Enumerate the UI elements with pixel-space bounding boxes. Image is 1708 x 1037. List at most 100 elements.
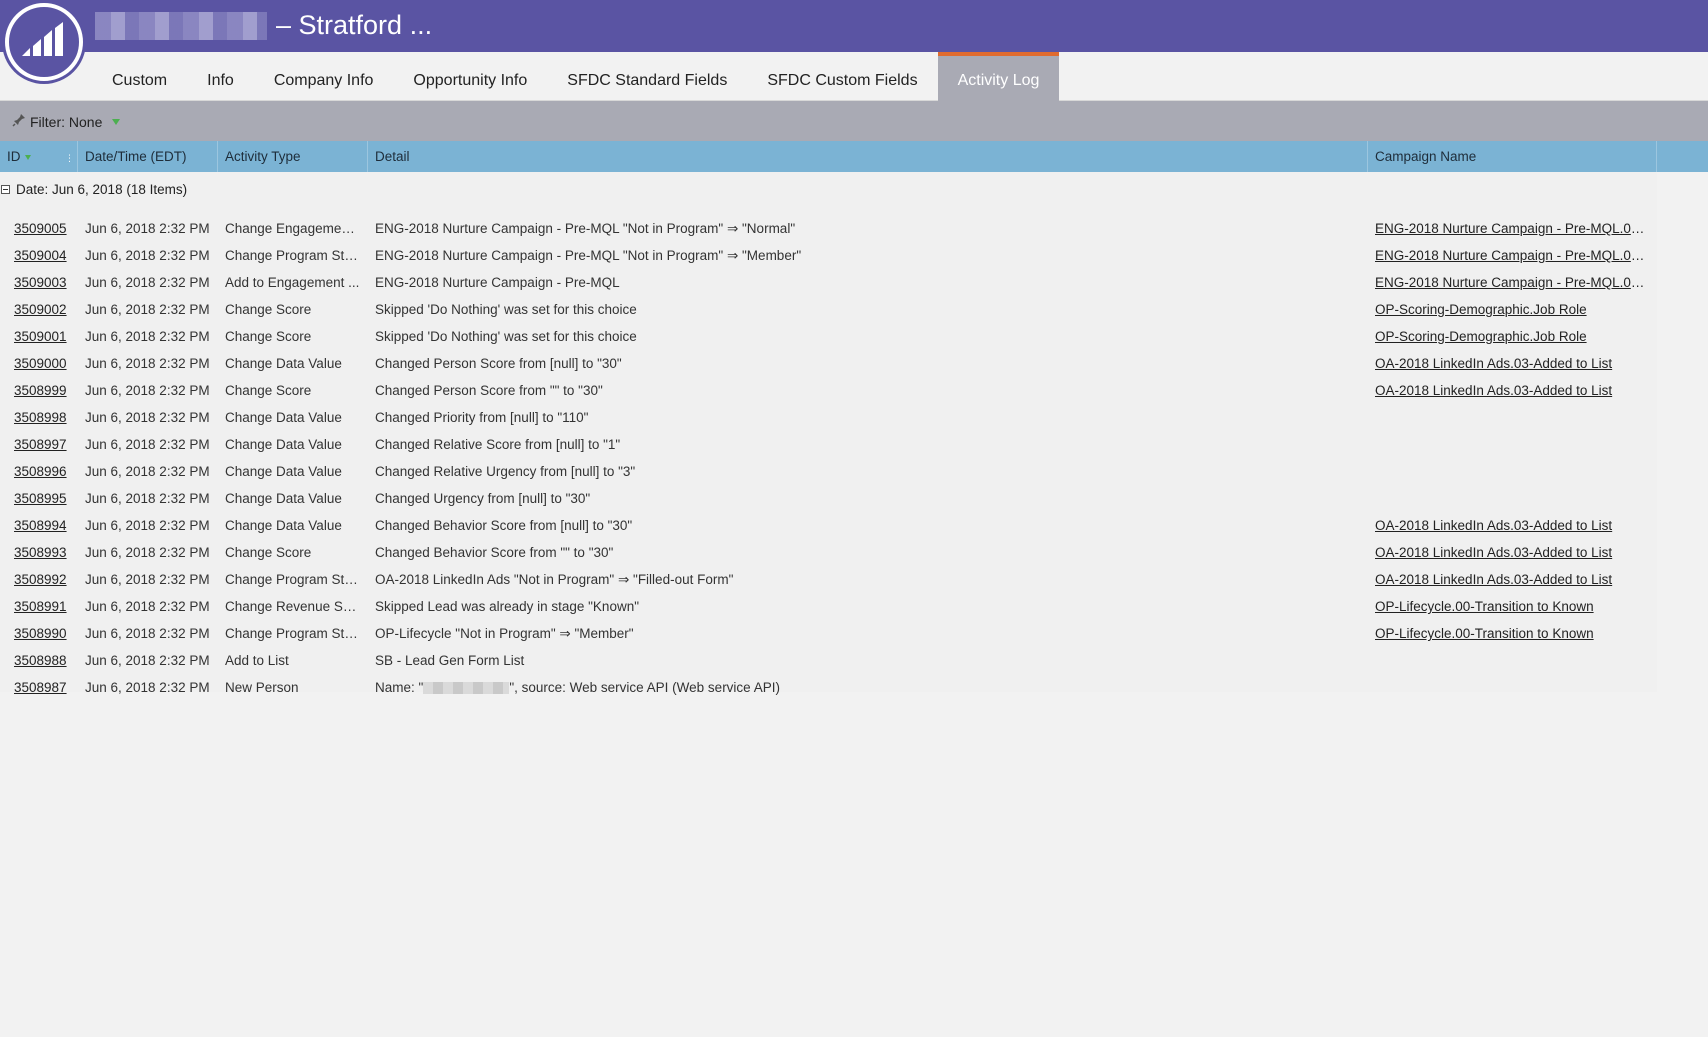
- tab-activity-log[interactable]: Activity Log: [937, 52, 1060, 101]
- activity-detail: Skipped 'Do Nothing' was set for this ch…: [375, 329, 637, 344]
- table-row[interactable]: 3509003 Jun 6, 2018 2:32 PM Add to Engagem…: [0, 269, 1657, 296]
- tab-company-info[interactable]: Company Info: [254, 52, 394, 101]
- activity-id-link[interactable]: 3509003: [14, 269, 74, 296]
- activity-type: Change Data Value: [225, 356, 342, 371]
- activity-type: Change Revenue Sta...: [225, 599, 360, 614]
- campaign-name-link[interactable]: OP-Lifecycle.00-Transition to Known: [1375, 593, 1650, 620]
- redacted-name: [423, 682, 510, 695]
- column-header-id[interactable]: ID ⋮: [0, 141, 78, 172]
- column-header-detail[interactable]: Detail: [368, 141, 1368, 172]
- filter-dropdown[interactable]: Filter: None: [12, 113, 121, 130]
- detail-prefix: Name: ": [375, 680, 424, 695]
- tab-info[interactable]: Info: [187, 52, 254, 101]
- filter-bar: Filter: None: [0, 101, 1708, 141]
- campaign-name-link[interactable]: OP-Scoring-Demographic.Job Role: [1375, 296, 1650, 323]
- sort-desc-icon: [24, 154, 31, 160]
- activity-id-link[interactable]: 3508998: [14, 404, 74, 431]
- activity-detail: Name: " ", source: Web service API (Web s…: [375, 674, 1355, 701]
- activity-detail: Changed Behavior Score from "" to "30": [375, 545, 614, 560]
- campaign-name-link[interactable]: OA-2018 LinkedIn Ads.03-Added to List: [1375, 566, 1650, 593]
- table-row[interactable]: 3508995 Jun 6, 2018 2:32 PM Change Data Va…: [0, 485, 1657, 512]
- collapse-icon[interactable]: [1, 185, 10, 194]
- activity-detail: Changed Urgency from [null] to "30": [375, 491, 591, 506]
- column-header-datetime[interactable]: Date/Time (EDT): [78, 141, 218, 172]
- table-row[interactable]: 3508999 Jun 6, 2018 2:32 PM Change Score Ch…: [0, 377, 1657, 404]
- tab-bar: Custom Info Company Info Opportunity Info SF…: [0, 52, 1708, 101]
- tab-sfdc-standard-fields[interactable]: SFDC Standard Fields: [547, 52, 747, 101]
- tab-opportunity-info[interactable]: Opportunity Info: [393, 52, 547, 101]
- activity-datetime: Jun 6, 2018 2:32 PM: [85, 545, 210, 560]
- app-logo-icon[interactable]: [5, 3, 83, 81]
- activity-detail: OP-Lifecycle "Not in Program" ⇒ "Member": [375, 626, 634, 641]
- table-row[interactable]: 3508998 Jun 6, 2018 2:32 PM Change Data Va…: [0, 404, 1657, 431]
- activity-type: Add to Engagement ...: [225, 275, 360, 290]
- activity-table-body: Date: Jun 6, 2018 (18 Items) 3509005 Jun …: [0, 172, 1657, 695]
- chevron-down-icon: [112, 118, 121, 125]
- table-row[interactable]: 3509000 Jun 6, 2018 2:32 PM Change Data Va…: [0, 350, 1657, 377]
- activity-id-link[interactable]: 3509002: [14, 296, 74, 323]
- activity-datetime: Jun 6, 2018 2:32 PM: [85, 275, 210, 290]
- activity-id-link[interactable]: 3508991: [14, 593, 74, 620]
- activity-type: Change Score: [225, 329, 312, 344]
- redacted-person-name: [95, 12, 267, 40]
- activity-id-link[interactable]: 3508995: [14, 485, 74, 512]
- activity-type: Change Data Value: [225, 464, 342, 479]
- activity-id-link[interactable]: 3508999: [14, 377, 74, 404]
- activity-id-link[interactable]: 3508997: [14, 431, 74, 458]
- campaign-name-link[interactable]: ENG-2018 Nurture Campaign - Pre-MQL.01-.…: [1375, 215, 1650, 242]
- activity-datetime: Jun 6, 2018 2:32 PM: [85, 329, 210, 344]
- activity-id-link[interactable]: 3508992: [14, 566, 74, 593]
- activity-id-link[interactable]: 3509001: [14, 323, 74, 350]
- activity-id-link[interactable]: 3508990: [14, 620, 74, 647]
- activity-id-link[interactable]: 3508987: [14, 674, 74, 701]
- campaign-name-link[interactable]: ENG-2018 Nurture Campaign - Pre-MQL.01-.…: [1375, 269, 1650, 296]
- column-header-activity-type[interactable]: Activity Type: [218, 141, 368, 172]
- tab-sfdc-custom-fields[interactable]: SFDC Custom Fields: [747, 52, 937, 101]
- table-row[interactable]: 3508994 Jun 6, 2018 2:32 PM Change Data Va…: [0, 512, 1657, 539]
- activity-id-link[interactable]: 3508993: [14, 539, 74, 566]
- table-row[interactable]: 3509001 Jun 6, 2018 2:32 PM Change Score Sk…: [0, 323, 1657, 350]
- activity-datetime: Jun 6, 2018 2:32 PM: [85, 248, 210, 263]
- activity-datetime: Jun 6, 2018 2:32 PM: [85, 410, 210, 425]
- activity-id-link[interactable]: 3508988: [14, 647, 74, 674]
- activity-detail: Changed Relative Score from [null] to "1…: [375, 437, 621, 452]
- activity-detail: Changed Priority from [null] to "110": [375, 410, 589, 425]
- campaign-name-link[interactable]: OP-Scoring-Demographic.Job Role: [1375, 323, 1650, 350]
- table-row[interactable]: 3509002 Jun 6, 2018 2:32 PM Change Score Sk…: [0, 296, 1657, 323]
- table-row[interactable]: 3508993 Jun 6, 2018 2:32 PM Change Score Ch…: [0, 539, 1657, 566]
- campaign-name-link[interactable]: OA-2018 LinkedIn Ads.03-Added to List: [1375, 512, 1650, 539]
- table-row[interactable]: 3508987 Jun 6, 2018 2:32 PM New Person Name…: [0, 674, 1657, 701]
- activity-id-link[interactable]: 3508996: [14, 458, 74, 485]
- tab-custom[interactable]: Custom: [92, 52, 187, 101]
- activity-id-link[interactable]: 3509000: [14, 350, 74, 377]
- table-row[interactable]: 3508990 Jun 6, 2018 2:32 PM Change Program…: [0, 620, 1657, 647]
- table-row[interactable]: 3509005 Jun 6, 2018 2:32 PM Change Engagem…: [0, 215, 1657, 242]
- activity-detail: Changed Behavior Score from [null] to "3…: [375, 518, 633, 533]
- campaign-name-link[interactable]: ENG-2018 Nurture Campaign - Pre-MQL.01-.…: [1375, 242, 1650, 269]
- activity-type: New Person: [225, 680, 299, 695]
- campaign-name-link[interactable]: OA-2018 LinkedIn Ads.03-Added to List: [1375, 377, 1650, 404]
- activity-type: Change Score: [225, 302, 312, 317]
- column-header-campaign-name[interactable]: Campaign Name: [1368, 141, 1657, 172]
- activity-type: Change Data Value: [225, 437, 342, 452]
- table-row[interactable]: 3508988 Jun 6, 2018 2:32 PM Add to List SB …: [0, 647, 1657, 674]
- activity-id-link[interactable]: 3509004: [14, 242, 74, 269]
- activity-type: Add to List: [225, 653, 289, 668]
- activity-id-link[interactable]: 3508994: [14, 512, 74, 539]
- activity-type: Change Score: [225, 545, 312, 560]
- activity-id-link[interactable]: 3509005: [14, 215, 74, 242]
- table-row[interactable]: 3508992 Jun 6, 2018 2:32 PM Change Program…: [0, 566, 1657, 593]
- activity-type: Change Data Value: [225, 491, 342, 506]
- table-row[interactable]: 3508991 Jun 6, 2018 2:32 PM Change Revenue…: [0, 593, 1657, 620]
- activity-detail: OA-2018 LinkedIn Ads "Not in Program" ⇒ …: [375, 572, 734, 587]
- group-header[interactable]: Date: Jun 6, 2018 (18 Items): [0, 182, 187, 197]
- table-row[interactable]: 3509004 Jun 6, 2018 2:32 PM Change Program…: [0, 242, 1657, 269]
- table-row[interactable]: 3508997 Jun 6, 2018 2:32 PM Change Data Va…: [0, 431, 1657, 458]
- campaign-name-link[interactable]: OA-2018 LinkedIn Ads.03-Added to List: [1375, 350, 1650, 377]
- table-row[interactable]: 3508996 Jun 6, 2018 2:32 PM Change Data Va…: [0, 458, 1657, 485]
- campaign-name-link[interactable]: OA-2018 LinkedIn Ads.03-Added to List: [1375, 539, 1650, 566]
- campaign-name-link[interactable]: OP-Lifecycle.00-Transition to Known: [1375, 620, 1650, 647]
- activity-detail: Skipped Lead was already in stage "Known…: [375, 599, 640, 614]
- activity-detail: ENG-2018 Nurture Campaign - Pre-MQL: [375, 275, 620, 290]
- column-menu-icon[interactable]: ⋮: [65, 143, 74, 174]
